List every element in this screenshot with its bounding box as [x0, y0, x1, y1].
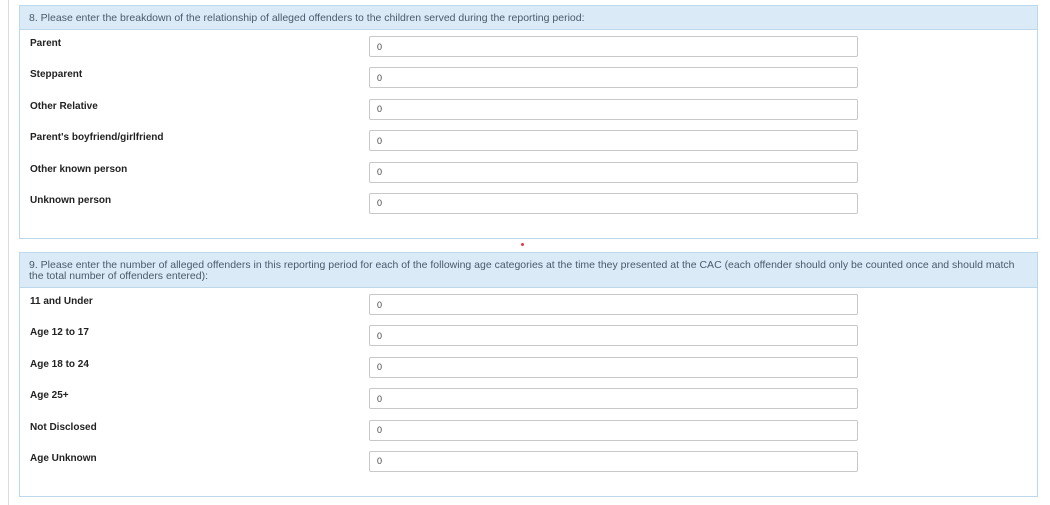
offender-age-panel: 9. Please enter the number of alleged of…	[19, 252, 1038, 497]
row-stepparent: Stepparent	[20, 63, 1037, 94]
row-age-unknown: Age Unknown	[20, 447, 1037, 478]
input-other-known-person[interactable]	[369, 161, 858, 183]
row-age-12-17: Age 12 to 17	[20, 321, 1037, 352]
label-parent-partner: Parent's boyfriend/girlfriend	[30, 132, 164, 144]
label-other-known-person: Other known person	[30, 163, 128, 175]
input-not-disclosed[interactable]	[369, 419, 858, 441]
input-unknown-person[interactable]	[369, 192, 858, 214]
row-parent: Parent	[20, 32, 1037, 63]
label-age-18-24: Age 18 to 24	[30, 358, 89, 370]
label-age-12-17: Age 12 to 17	[30, 327, 89, 339]
label-not-disclosed: Not Disclosed	[30, 421, 97, 433]
required-marker	[521, 243, 524, 246]
input-parent-partner[interactable]	[369, 130, 858, 152]
input-age-unknown[interactable]	[369, 450, 858, 472]
label-unknown-person: Unknown person	[30, 194, 112, 206]
row-age-25-plus: Age 25+	[20, 384, 1037, 415]
row-parent-partner: Parent's boyfriend/girlfriend	[20, 126, 1037, 157]
row-unknown-person: Unknown person	[20, 189, 1037, 220]
label-11-and-under: 11 and Under	[30, 296, 93, 307]
input-age-18-24[interactable]	[369, 356, 858, 378]
label-age-25-plus: Age 25+	[30, 390, 69, 402]
input-stepparent[interactable]	[369, 67, 858, 89]
input-age-12-17[interactable]	[369, 325, 858, 347]
row-age-18-24: Age 18 to 24	[20, 353, 1037, 384]
row-11-and-under: 11 and Under	[20, 290, 1037, 321]
left-divider	[8, 0, 9, 505]
row-not-disclosed: Not Disclosed	[20, 416, 1037, 447]
label-age-unknown: Age Unknown	[30, 452, 97, 464]
row-other-relative: Other Relative	[20, 95, 1037, 126]
input-parent[interactable]	[369, 36, 858, 57]
age-rows: 11 and Under Age 12 to 17 Age 18 to 24 A…	[20, 288, 1037, 478]
label-parent: Parent	[30, 38, 62, 49]
relationship-rows: Parent Stepparent Other Relative Parent'…	[20, 30, 1037, 220]
question-8-header: 8. Please enter the breakdown of the rel…	[20, 6, 1037, 30]
row-other-known-person: Other known person	[20, 158, 1037, 189]
input-age-25-plus[interactable]	[369, 388, 858, 410]
input-11-and-under[interactable]	[369, 294, 858, 315]
label-other-relative: Other Relative	[30, 100, 98, 112]
label-stepparent: Stepparent	[30, 69, 83, 81]
form-page: 8. Please enter the breakdown of the rel…	[0, 0, 1050, 505]
input-other-relative[interactable]	[369, 98, 858, 120]
question-9-header: 9. Please enter the number of alleged of…	[20, 253, 1037, 288]
offender-relationship-panel: 8. Please enter the breakdown of the rel…	[19, 5, 1038, 239]
